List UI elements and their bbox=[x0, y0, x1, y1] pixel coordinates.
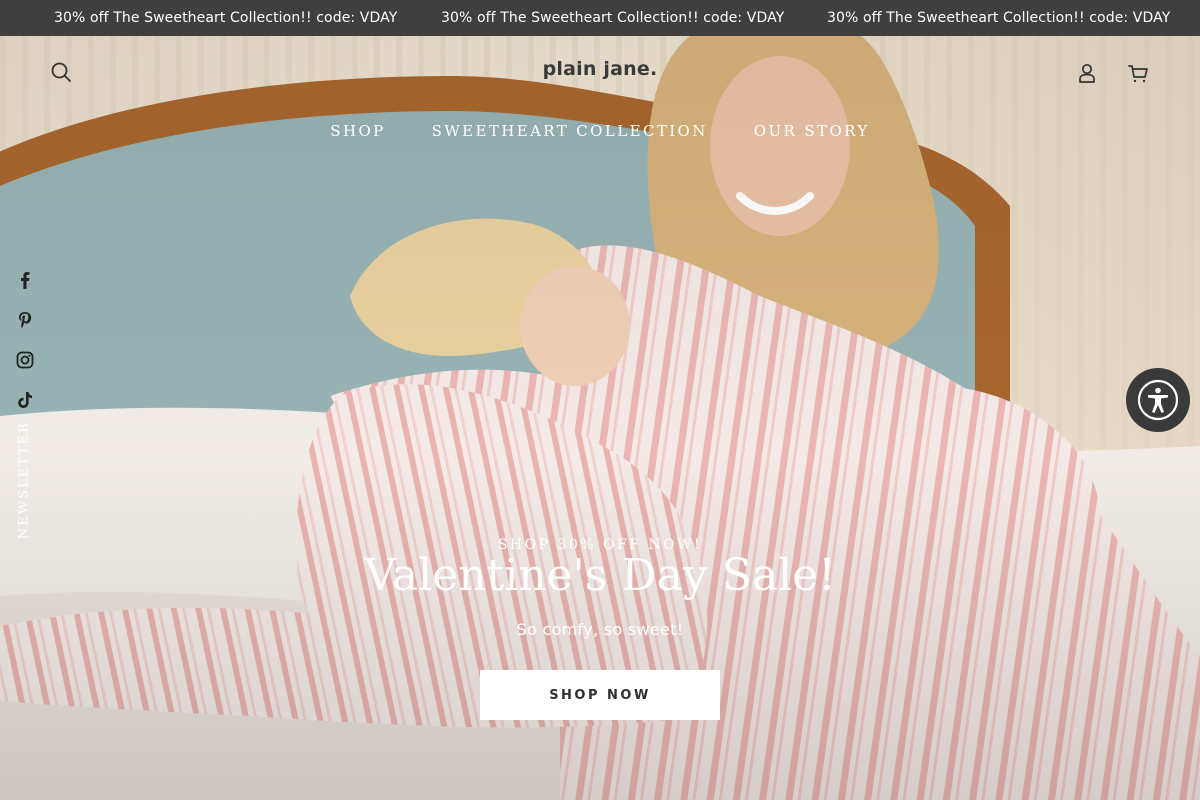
facebook-icon bbox=[21, 272, 30, 289]
shop-now-button[interactable]: SHOP NOW bbox=[480, 670, 720, 720]
announcement-bar: 30% off The Sweetheart Collection!! code… bbox=[0, 0, 1200, 36]
instagram-icon bbox=[16, 351, 34, 369]
tiktok-link[interactable] bbox=[14, 389, 36, 411]
nav-item-our-story[interactable]: OUR STORY bbox=[754, 122, 870, 140]
newsletter-tab[interactable]: NEWSLETTER bbox=[14, 421, 34, 539]
nav-item-sweetheart-collection[interactable]: SWEETHEART COLLECTION bbox=[432, 122, 708, 140]
facebook-link[interactable] bbox=[14, 269, 36, 291]
newsletter-label: NEWSLETTER bbox=[16, 420, 32, 540]
tiktok-icon bbox=[18, 392, 32, 408]
main-nav: SHOP SWEETHEART COLLECTION OUR STORY bbox=[0, 122, 1200, 140]
pinterest-icon bbox=[19, 312, 32, 328]
announcement-message[interactable]: 30% off The Sweetheart Collection!! code… bbox=[441, 10, 784, 26]
accessibility-icon bbox=[1137, 379, 1179, 421]
nav-item-shop[interactable]: SHOP bbox=[330, 122, 385, 140]
announcement-message[interactable]: 30% off The Sweetheart Collection!! code… bbox=[54, 10, 397, 26]
pinterest-link[interactable] bbox=[14, 309, 36, 331]
announcement-message[interactable]: 30% off The Sweetheart Collection!! code… bbox=[827, 10, 1170, 26]
hero-headline: Valentine's Day Sale! bbox=[364, 550, 836, 601]
instagram-link[interactable] bbox=[14, 349, 36, 371]
hero-subtext: So comfy, so sweet! bbox=[516, 620, 684, 639]
site-logo[interactable]: plain jane. bbox=[0, 58, 1200, 80]
accessibility-button[interactable] bbox=[1126, 368, 1190, 432]
